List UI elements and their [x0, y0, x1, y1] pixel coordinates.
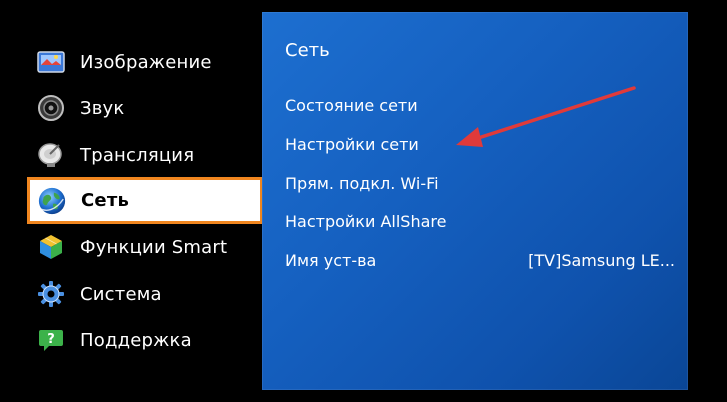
menu-item-label: Настройки сети	[285, 134, 419, 154]
sidebar-item-broadcast[interactable]: Трансляция	[28, 132, 261, 178]
menu-item-device-name[interactable]: Имя уст-ва [TV]Samsung LE...	[285, 247, 675, 273]
sidebar-item-picture[interactable]: Изображение	[28, 39, 261, 85]
panel-title: Сеть	[285, 40, 330, 61]
settings-sidebar: Изображение Звук Трансляция Сеть Функции…	[0, 0, 263, 402]
menu-item-label: Настройки AllShare	[285, 211, 447, 231]
sidebar-item-label: Система	[80, 283, 162, 305]
menu-item-label: Имя уст-ва	[285, 250, 377, 270]
device-name-value: [TV]Samsung LE...	[528, 250, 675, 270]
help-chat-icon: ?	[36, 325, 66, 355]
menu-item-label: Прям. подкл. Wi-Fi	[285, 173, 439, 193]
sidebar-item-label: Трансляция	[80, 144, 195, 166]
speaker-icon	[36, 93, 66, 123]
sidebar-item-label: Звук	[80, 97, 125, 119]
picture-icon	[36, 47, 66, 77]
sidebar-item-support[interactable]: ? Поддержка	[28, 317, 261, 363]
sidebar-item-label: Поддержка	[80, 329, 192, 351]
globe-icon	[37, 186, 67, 216]
sidebar-item-label: Изображение	[80, 51, 212, 73]
menu-item-wifi-direct[interactable]: Прям. подкл. Wi-Fi	[285, 170, 675, 196]
network-settings-panel: Сеть Состояние сети Настройки сети Прям.…	[262, 12, 688, 390]
gear-icon	[36, 279, 66, 309]
sidebar-item-smart-features[interactable]: Функции Smart	[28, 224, 261, 270]
sidebar-item-label: Сеть	[81, 190, 130, 211]
sidebar-item-network[interactable]: Сеть	[27, 177, 263, 224]
menu-item-allshare-settings[interactable]: Настройки AllShare	[285, 208, 675, 234]
sidebar-item-system[interactable]: Система	[28, 271, 261, 317]
sidebar-item-sound[interactable]: Звук	[28, 85, 261, 131]
satellite-dish-icon	[36, 140, 66, 170]
svg-text:?: ?	[47, 332, 55, 347]
smart-cube-icon	[36, 232, 66, 262]
sidebar-item-label: Функции Smart	[80, 236, 228, 258]
menu-item-label: Состояние сети	[285, 95, 418, 115]
annotation-arrow	[456, 86, 636, 147]
